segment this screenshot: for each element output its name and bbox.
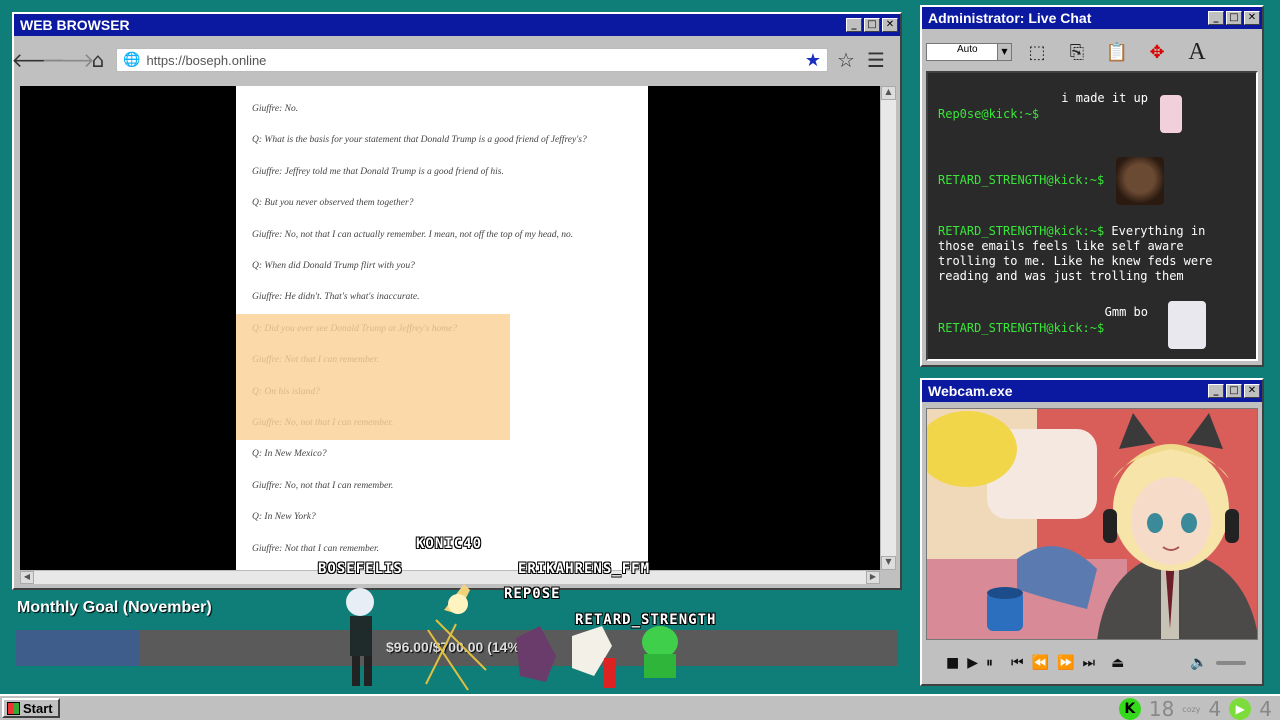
viewer-count: 4 — [1208, 697, 1222, 720]
document-line: Q: On his island? — [252, 386, 320, 397]
goal-progress-fill — [16, 630, 140, 666]
bookmark-star-icon[interactable]: ★ — [805, 50, 821, 71]
document-line: Giuffre: No, not that I can remember. — [252, 480, 394, 491]
webcam-titlebar[interactable]: Webcam.exe _ □ ✕ — [922, 380, 1262, 402]
chat-message: Gmm bo — [1104, 305, 1148, 319]
kick-logo-icon[interactable]: K — [1118, 698, 1141, 720]
avatar-name: BOSEFELIS — [318, 561, 403, 577]
close-button[interactable]: ✕ — [1244, 384, 1260, 398]
document-line: Q: In New York? — [252, 512, 316, 523]
document-line: Giuffre: Not that I can remember. — [252, 355, 379, 366]
document-line: Giuffre: No. — [252, 104, 299, 114]
kick-count: 18 — [1148, 697, 1175, 720]
favorites-star-icon[interactable]: ☆ — [834, 48, 858, 72]
minimize-button[interactable]: _ — [1208, 11, 1224, 25]
browser-window: WEB BROWSER _ □ ✕ 🡐 🡒 ⌂ 🌐 https://boseph… — [11, 12, 902, 590]
font-size-select[interactable]: Auto ▼ — [926, 43, 1012, 61]
vertical-scrollbar[interactable]: ▲ ▼ — [880, 86, 896, 570]
document-line: Q: In New Mexico? — [252, 449, 327, 460]
home-icon[interactable]: ⌂ — [86, 48, 110, 72]
document-line: Q: Did you ever see Donald Trump at Jeff… — [252, 323, 458, 334]
chevron-down-icon[interactable]: ▼ — [997, 44, 1011, 60]
font-size-value: Auto — [957, 44, 978, 55]
volume-icon[interactable]: 🔈 — [1190, 655, 1207, 671]
document-line: Q: When did Donald Trump flirt with you? — [252, 261, 415, 271]
taskbar: Start K 18 cozy 4 ▶ 4 — [0, 694, 1280, 720]
maximize-button[interactable]: □ — [864, 18, 880, 32]
document-line: Giuffre: No, not that I can actually rem… — [252, 229, 574, 240]
chat-message: RETARD_STRENGTH@kick:~$ Everything in th… — [938, 224, 1213, 283]
browser-navbar: 🡐 🡒 ⌂ 🌐 https://boseph.online ★ ☆ ☰ — [11, 42, 896, 78]
cozy-label: cozy — [1182, 704, 1201, 714]
webcam-feed — [926, 408, 1258, 640]
url-text: https://boseph.online — [146, 52, 267, 68]
start-label: Start — [23, 700, 53, 716]
globe-icon: 🌐 — [123, 52, 141, 68]
scroll-right-icon[interactable]: ▶ — [866, 571, 880, 584]
scroll-down-icon[interactable]: ▼ — [881, 556, 896, 570]
maximize-button[interactable]: □ — [1226, 11, 1242, 25]
chat-titlebar[interactable]: Administrator: Live Chat _ □ ✕ — [922, 7, 1262, 29]
avatar-name: ERIKAHRENS_FFM — [518, 561, 651, 577]
fast-forward-icon[interactable]: ⏩ — [1057, 655, 1074, 671]
previous-icon[interactable]: ⏮ — [1011, 655, 1024, 671]
windows-logo-icon — [7, 701, 20, 715]
forward-arrow-icon[interactable]: 🡒 — [41, 48, 95, 72]
chat-messages[interactable]: i made it up Rep0se@kick:~$ RETARD_STREN… — [926, 71, 1258, 361]
chat-title: Administrator: Live Chat — [928, 10, 1092, 26]
font-icon[interactable]: A — [1182, 38, 1212, 66]
pause-icon[interactable]: ⏸ — [986, 655, 993, 671]
avatar-name: KONIC40 — [416, 536, 483, 552]
stop-icon[interactable]: ■ — [946, 655, 959, 671]
next-icon[interactable]: ⏭ — [1083, 655, 1096, 671]
chat-message: RETARD_STRENGTH@kick:~$ — [938, 173, 1105, 187]
close-button[interactable]: ✕ — [1244, 11, 1260, 25]
chat-window: Administrator: Live Chat _ □ ✕ Auto ▼ ⬚ … — [920, 5, 1264, 367]
start-button[interactable]: Start — [2, 698, 60, 718]
play-circle-icon[interactable]: ▶ — [1229, 698, 1252, 720]
document-page: Giuffre: No. Q: What is the basis for you… — [236, 86, 648, 570]
copy-icon[interactable]: ⎘ — [1062, 38, 1092, 66]
maximize-button[interactable]: □ — [1226, 384, 1242, 398]
browser-title: WEB BROWSER — [20, 17, 130, 33]
goal-title: Monthly Goal (November) — [17, 599, 212, 616]
document-line: Q: What is the basis for your statement … — [252, 135, 587, 146]
document-line: Giuffre: He didn't. That's what's inaccu… — [252, 292, 420, 303]
scroll-up-icon[interactable]: ▲ — [881, 86, 896, 100]
minimize-button[interactable]: _ — [1208, 384, 1224, 398]
close-button[interactable]: ✕ — [882, 18, 898, 32]
move-icon[interactable]: ✥ — [1142, 38, 1172, 66]
media-controls: ■ ▶ ⏸ ⏮ ⏪ ⏩ ⏭ ⏏ 🔈 — [926, 646, 1258, 680]
minimize-button[interactable]: _ — [846, 18, 862, 32]
rewind-icon[interactable]: ⏪ — [1032, 655, 1049, 671]
document-line: Giuffre: Not that I can remember. — [252, 543, 379, 554]
document-line: Giuffre: No, not that I can remember. — [252, 418, 394, 428]
menu-icon[interactable]: ☰ — [864, 48, 888, 72]
chat-message: i made it up — [1061, 91, 1148, 105]
avatar-sprites — [346, 584, 678, 691]
chat-toolbar: Auto ▼ ⬚ ⎘ 📋 ✥ A — [926, 35, 1258, 69]
paste-icon[interactable]: 📋 — [1102, 38, 1132, 66]
eject-icon[interactable]: ⏏ — [1111, 655, 1124, 671]
document-line: Giuffre: Jeffrey told me that Donald Tru… — [252, 166, 504, 177]
page-viewport[interactable]: Giuffre: No. Q: What is the basis for you… — [20, 86, 880, 570]
play-icon[interactable]: ▶ — [967, 655, 978, 671]
chat-message: RETARD_STRENGTH@kick:~$ — [938, 321, 1105, 335]
browser-titlebar[interactable]: WEB BROWSER _ □ ✕ — [14, 14, 900, 36]
address-bar[interactable]: 🌐 https://boseph.online ★ — [116, 48, 828, 72]
select-box-icon[interactable]: ⬚ — [1022, 38, 1052, 66]
webcam-image — [927, 409, 1257, 639]
scroll-left-icon[interactable]: ◀ — [20, 571, 34, 584]
document-line: Q: But you never observed them together? — [252, 198, 414, 209]
chat-message: Rep0se@kick:~$ — [938, 107, 1040, 121]
volume-slider[interactable] — [1215, 661, 1246, 665]
webcam-title: Webcam.exe — [928, 383, 1013, 399]
play-count: 4 — [1259, 697, 1272, 720]
system-tray: K 18 cozy 4 ▶ 4 — [1118, 697, 1272, 720]
webcam-window: Webcam.exe _ □ ✕ ■ ▶ ⏸ ⏮ ⏪ ⏩ ⏭ ⏏ 🔈 — [920, 378, 1264, 686]
